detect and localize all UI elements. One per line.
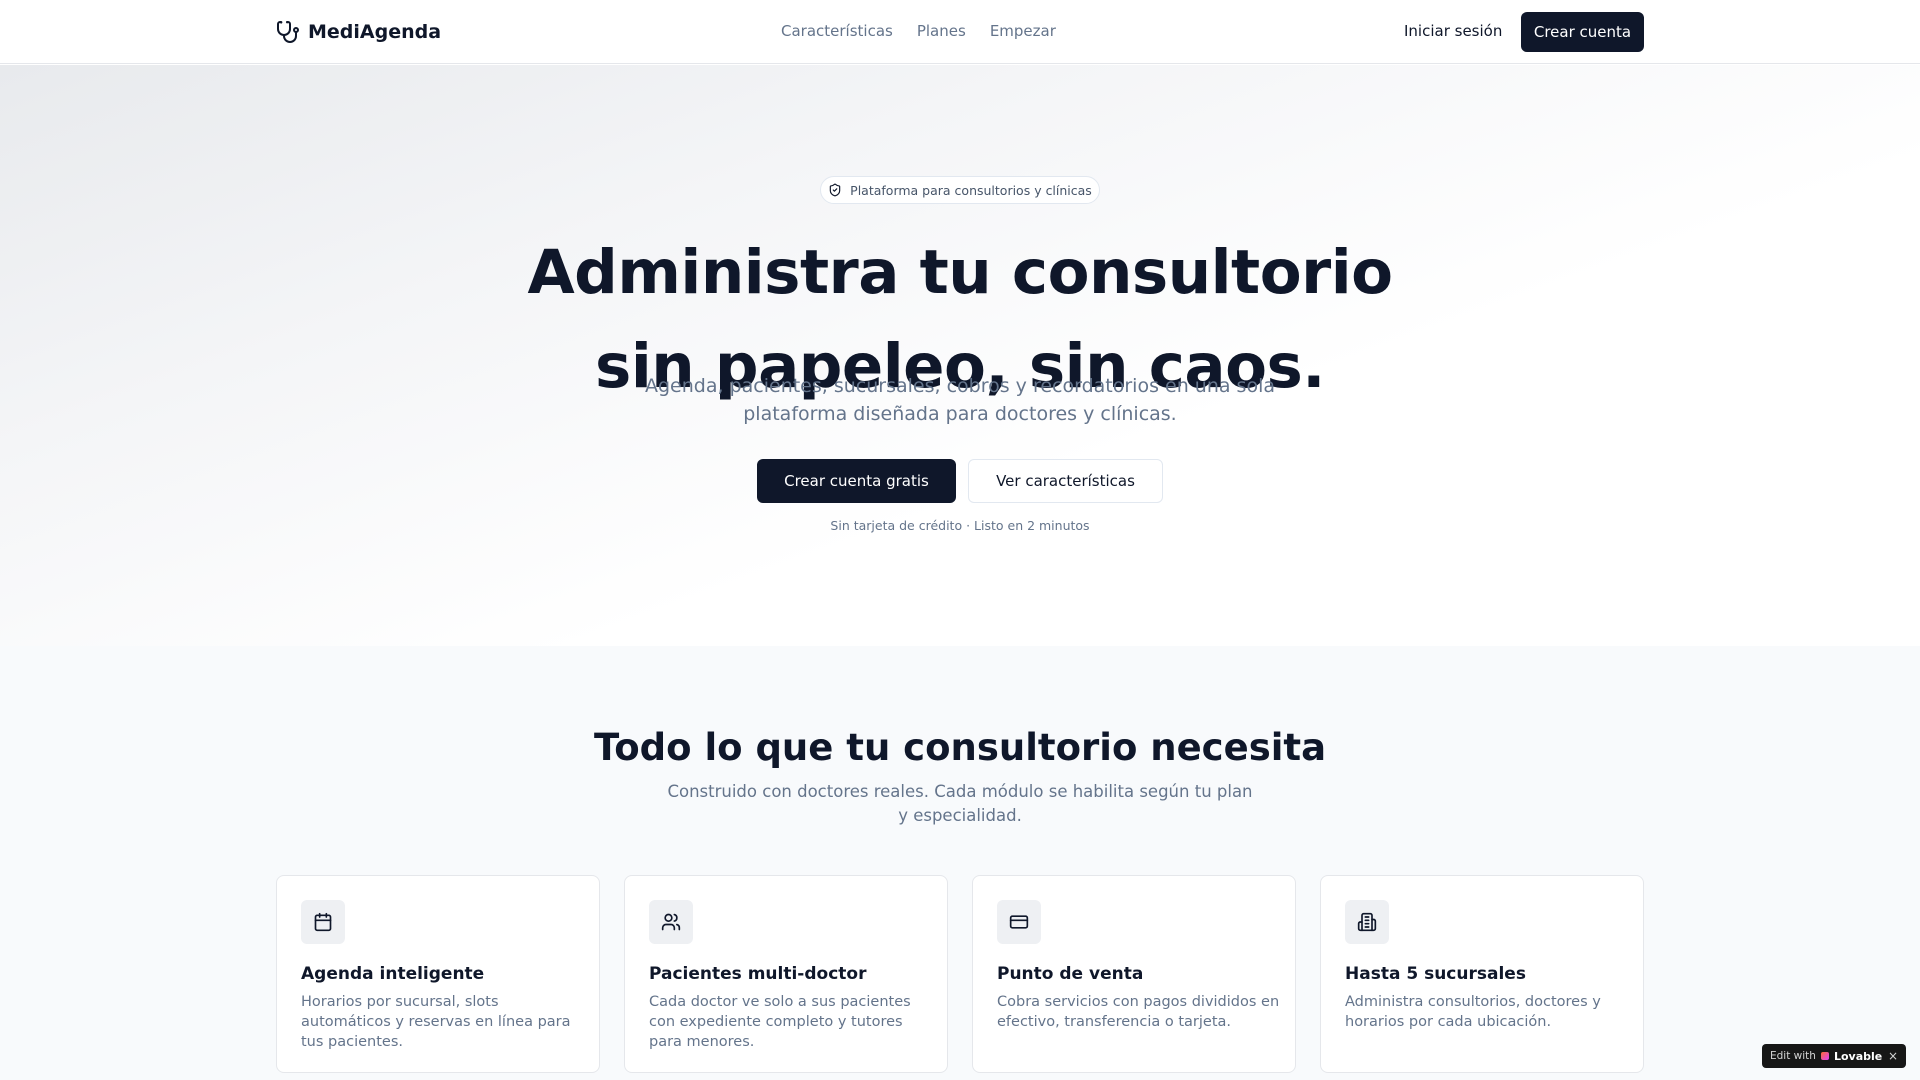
hero-pill-text: Plataforma para consultorios y clínicas bbox=[850, 182, 1092, 198]
nav-link-empezar[interactable]: Empezar bbox=[990, 22, 1056, 40]
features-title: Todo lo que tu consultorio necesita bbox=[593, 726, 1327, 769]
feature-icon-box bbox=[301, 900, 345, 944]
hero-subtitle: Agenda, pacientes, sucursales, cobros y … bbox=[600, 372, 1320, 428]
users-icon bbox=[661, 913, 681, 931]
feature-icon-box bbox=[1345, 900, 1389, 944]
feature-description: Cada doctor ve solo a sus pacientes con … bbox=[649, 994, 911, 1050]
stethoscope-icon bbox=[277, 21, 299, 43]
features-subtitle-line-2: y especialidad. bbox=[898, 806, 1022, 825]
feature-title: Pacientes multi-doctor bbox=[649, 964, 867, 984]
nav-links: Características Planes Empezar bbox=[781, 22, 1056, 40]
feature-description: Cobra servicios con pagos divididos en e… bbox=[997, 994, 1280, 1030]
hero-section: Plataforma para consultorios y clínicas … bbox=[0, 65, 1920, 646]
nav-link-planes[interactable]: Planes bbox=[917, 22, 966, 40]
badge-prefix: Edit with bbox=[1770, 1050, 1816, 1062]
credit-card-icon bbox=[1009, 915, 1029, 929]
feature-icon-box bbox=[649, 900, 693, 944]
hero-note: Sin tarjeta de crédito · Listo en 2 minu… bbox=[830, 518, 1090, 533]
hero-title-line-1: Administra tu consultorio bbox=[527, 237, 1393, 308]
feature-title: Punto de venta bbox=[997, 964, 1144, 984]
feature-icon-box bbox=[997, 900, 1041, 944]
login-link[interactable]: Iniciar sesión bbox=[1404, 22, 1502, 40]
feature-description: Administra consultorios, doctores y hora… bbox=[1345, 994, 1601, 1030]
feature-title: Agenda inteligente bbox=[301, 964, 485, 984]
view-features-button[interactable]: Ver características bbox=[968, 459, 1163, 503]
brand-logo[interactable]: MediAgenda bbox=[276, 18, 441, 46]
feature-title: Hasta 5 sucursales bbox=[1345, 964, 1526, 984]
building-icon bbox=[1357, 912, 1377, 932]
hero-subtitle-line-1: Agenda, pacientes, sucursales, cobros y … bbox=[645, 375, 1275, 397]
feature-card-pos: Punto de venta Cobra servicios con pagos… bbox=[972, 875, 1296, 1073]
hero-pill-badge: Plataforma para consultorios y clínicas bbox=[820, 176, 1100, 204]
feature-description: Horarios por sucursal, slots automáticos… bbox=[301, 994, 571, 1050]
feature-card-agenda: Agenda inteligente Horarios por sucursal… bbox=[276, 875, 600, 1073]
features-section: Todo lo que tu consultorio necesita Cons… bbox=[0, 646, 1920, 1080]
feature-card-branches: Hasta 5 sucursales Administra consultori… bbox=[1320, 875, 1644, 1073]
feature-card-patients: Pacientes multi-doctor Cada doctor ve so… bbox=[624, 875, 948, 1073]
brand-name: MediAgenda bbox=[308, 21, 442, 43]
signup-button[interactable]: Crear cuenta bbox=[1521, 12, 1644, 52]
create-free-account-button[interactable]: Crear cuenta gratis bbox=[757, 459, 956, 503]
features-subtitle-line-1: Construido con doctores reales. Cada mód… bbox=[667, 782, 1253, 801]
lovable-heart-icon bbox=[1820, 1052, 1829, 1060]
hero-subtitle-line-2: plataforma diseñada para doctores y clín… bbox=[743, 403, 1177, 425]
top-navbar: MediAgenda Características Planes Empeza… bbox=[0, 0, 1920, 64]
features-subtitle: Construido con doctores reales. Cada mód… bbox=[660, 780, 1260, 828]
calendar-icon bbox=[314, 912, 332, 932]
edit-with-lovable-badge[interactable]: Edit with Lovable × bbox=[1762, 1044, 1906, 1068]
nav-link-caracteristicas[interactable]: Características bbox=[781, 22, 893, 40]
close-icon[interactable]: × bbox=[1888, 1049, 1898, 1063]
shield-check-icon bbox=[829, 183, 841, 197]
badge-brand: Lovable bbox=[1833, 1049, 1883, 1063]
